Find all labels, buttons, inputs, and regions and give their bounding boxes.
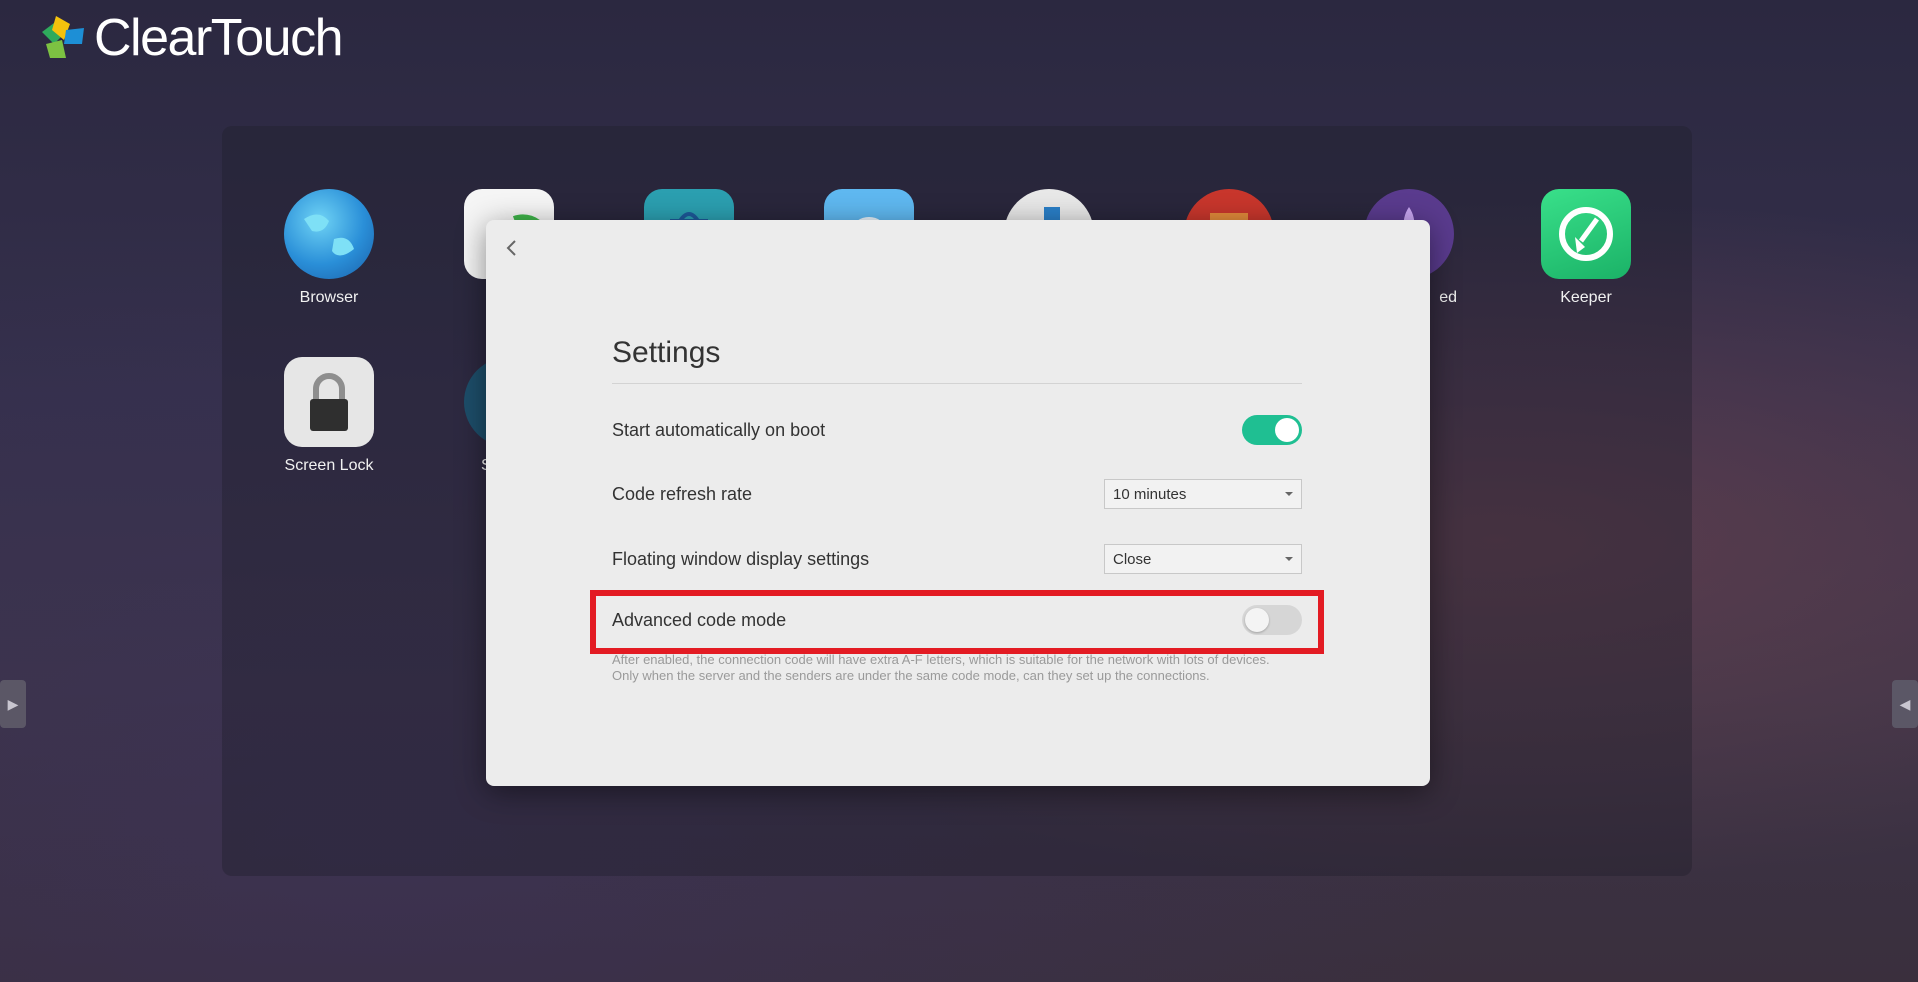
toggle-knob <box>1275 418 1299 442</box>
cleartouch-hands-icon <box>42 16 84 58</box>
refresh-rate-dropdown[interactable]: 10 minutes <box>1104 479 1302 509</box>
toggle-knob <box>1245 608 1269 632</box>
app-label: Screen Lock <box>284 457 374 474</box>
title-divider <box>612 383 1302 384</box>
app-label: Keeper <box>1560 289 1612 306</box>
help-text-line: Only when the server and the senders are… <box>612 668 1210 683</box>
setting-label: Code refresh rate <box>612 483 753 504</box>
app-browser[interactable]: Browser <box>269 189 389 307</box>
setting-row-advanced-mode: Advanced code mode <box>612 600 1302 640</box>
setting-row-floating-window: Floating window display settings Close <box>612 539 1302 579</box>
dropdown-value: 10 minutes <box>1113 485 1187 503</box>
help-text-line: After enabled, the connection code will … <box>612 652 1270 667</box>
page-left-handle[interactable]: ▶ <box>0 680 26 728</box>
floating-window-dropdown[interactable]: Close <box>1104 544 1302 574</box>
app-label: Browser <box>299 289 359 306</box>
back-button[interactable] <box>494 230 530 266</box>
setting-label: Advanced code mode <box>612 609 787 630</box>
app-screen-lock[interactable]: Screen Lock <box>269 357 389 475</box>
page-right-handle[interactable]: ◀ <box>1892 680 1918 728</box>
cleartouch-logo: ClearTouch <box>36 9 344 67</box>
advanced-mode-help: After enabled, the connection code will … <box>612 652 1332 684</box>
logo-text: ClearTouch <box>94 9 344 67</box>
autostart-toggle[interactable] <box>1242 415 1302 445</box>
dropdown-arrow-icon <box>1285 557 1293 561</box>
advanced-mode-toggle[interactable] <box>1242 605 1302 635</box>
page-title: Settings <box>612 336 721 369</box>
setting-label: Start automatically on boot <box>612 419 826 440</box>
setting-row-refresh-rate: Code refresh rate 10 minutes <box>612 474 1302 514</box>
setting-label: Floating window display settings <box>612 548 870 569</box>
settings-dialog: Settings Start automatically on boot Cod… <box>486 220 1430 786</box>
broom-icon <box>1541 189 1631 279</box>
dropdown-value: Close <box>1113 550 1152 568</box>
dropdown-arrow-icon <box>1285 492 1293 496</box>
globe-icon <box>284 189 374 279</box>
chevron-left-icon <box>506 240 516 256</box>
app-keeper[interactable]: Keeper <box>1526 189 1646 307</box>
padlock-icon <box>284 357 374 447</box>
setting-row-autostart: Start automatically on boot <box>612 410 1302 450</box>
